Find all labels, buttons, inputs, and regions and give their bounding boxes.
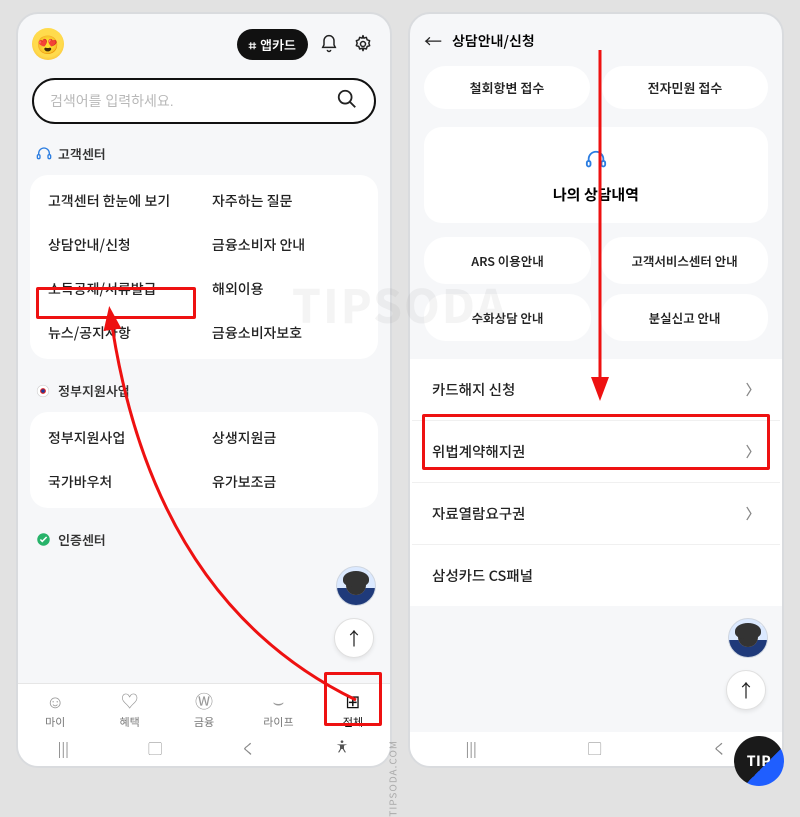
search-icon[interactable] (336, 88, 358, 115)
scroll-top-button[interactable]: ↑ (334, 618, 374, 658)
bell-icon[interactable] (316, 31, 342, 57)
check-badge-icon (36, 532, 52, 548)
nav-finance[interactable]: Ⓦ 금융 (167, 690, 241, 730)
back-arrow-icon[interactable]: ← (424, 28, 442, 54)
menu-item[interactable]: 상생지원금 (208, 426, 364, 450)
close-icon[interactable]: × (759, 618, 768, 627)
gov-support-card: 정부지원사업 상생지원금 국가바우처 유가보조금 (30, 412, 378, 508)
assistant-avatar[interactable]: × (728, 618, 768, 658)
headset-icon (36, 146, 52, 162)
nav-all[interactable]: ⊞ 전체 (316, 690, 390, 730)
system-nav: ||| ▢ く (18, 732, 390, 766)
chevron-right-icon: 〉 (746, 503, 761, 524)
menu-item[interactable]: 금융소비자 안내 (208, 233, 364, 257)
accessibility-icon[interactable] (334, 739, 350, 760)
nav-label: 마이 (45, 714, 65, 730)
row-illegal-contract[interactable]: 위법계약해지권 〉 (412, 421, 780, 483)
nav-label: 혜택 (119, 714, 139, 730)
row-data-request[interactable]: 자료열람요구권 〉 (412, 483, 780, 545)
customer-center-card: 고객센터 한눈에 보기 자주하는 질문 상담안내/신청 금융소비자 안내 소득공… (30, 175, 378, 359)
bottom-nav: ☺ 마이 ♡ 혜택 Ⓦ 금융 ⌣ 라이프 ⊞ 전체 (18, 683, 390, 732)
home-button[interactable]: ▢ (148, 739, 162, 759)
menu-item-consult[interactable]: 상담안내/신청 (44, 233, 200, 257)
chip-service-center[interactable]: 고객서비스센터 안내 (601, 237, 768, 284)
chip-sign-consult[interactable]: 수화상담 안내 (424, 294, 591, 341)
back-button[interactable]: く (241, 739, 255, 759)
back-button[interactable]: く (713, 739, 727, 759)
profile-emoji[interactable]: 😍 (32, 28, 64, 60)
section-customer-center: 고객센터 (18, 136, 390, 169)
close-icon[interactable]: × (367, 566, 376, 575)
nav-label: 라이프 (263, 714, 293, 730)
side-credit: TIPSODA.COM (385, 740, 400, 817)
my-consult-card[interactable]: 나의 상담내역 (424, 127, 768, 223)
chevron-right-icon: 〉 (746, 441, 761, 462)
heart-icon: ♡ (121, 690, 139, 712)
cup-icon: ⌣ (272, 690, 284, 712)
search-input[interactable] (50, 93, 336, 109)
menu-item[interactable]: 정부지원사업 (44, 426, 200, 450)
recent-apps-button[interactable]: ||| (58, 739, 69, 759)
scan-icon: ⌗ (249, 35, 256, 54)
won-icon: Ⓦ (195, 690, 213, 712)
section-title-text: 정부지원사업 (58, 381, 130, 400)
row-label: 자료열람요구권 (432, 503, 525, 524)
row-card-cancel[interactable]: 카드해지 신청 〉 (412, 359, 780, 421)
tip-badge: TIP (734, 736, 784, 786)
menu-item[interactable]: 뉴스/공지사항 (44, 321, 200, 345)
row-label: 위법계약해지권 (432, 441, 525, 462)
scroll-top-button[interactable]: ↑ (726, 670, 766, 710)
nav-life[interactable]: ⌣ 라이프 (241, 690, 315, 730)
face-icon: ☺ (46, 690, 64, 712)
grid-icon: ⊞ (345, 690, 360, 712)
chip-withdraw[interactable]: 철회항변 접수 (424, 66, 590, 109)
nav-label: 금융 (194, 714, 214, 730)
app-card-button[interactable]: ⌗ 앱카드 (237, 29, 308, 60)
left-phone: 😍 ⌗ 앱카드 고객센터 고객센터 (16, 12, 392, 768)
recent-apps-button[interactable]: ||| (465, 739, 476, 759)
menu-item[interactable]: 금융소비자보호 (208, 321, 364, 345)
gear-icon[interactable] (350, 31, 376, 57)
menu-item[interactable]: 유가보조금 (208, 470, 364, 494)
right-header: ← 상담안내/신청 (410, 14, 782, 60)
section-auth-center: 인증센터 (18, 522, 390, 555)
chip-ars[interactable]: ARS 이용안내 (424, 237, 591, 284)
flag-icon (36, 383, 52, 399)
chip-lost-report[interactable]: 분실신고 안내 (601, 294, 768, 341)
my-consult-title: 나의 상담내역 (434, 184, 758, 205)
headset-icon (585, 152, 607, 176)
row-label: 삼성카드 CS패널 (432, 565, 533, 586)
search-box[interactable] (32, 78, 376, 124)
app-card-label: 앱카드 (260, 35, 296, 54)
row-label: 카드해지 신청 (432, 379, 515, 400)
nav-benefit[interactable]: ♡ 혜택 (92, 690, 166, 730)
nav-label: 전체 (343, 714, 363, 730)
section-gov-support: 정부지원사업 (18, 373, 390, 406)
system-nav: ||| ▢ く (410, 732, 782, 766)
menu-item[interactable]: 해외이용 (208, 277, 364, 301)
nav-my[interactable]: ☺ 마이 (18, 690, 92, 730)
section-title-text: 고객센터 (58, 144, 106, 163)
chip-complaint[interactable]: 전자민원 접수 (602, 66, 768, 109)
chevron-right-icon: 〉 (746, 379, 761, 400)
menu-item[interactable]: 소득공제/서류발급 (44, 277, 200, 301)
home-button[interactable]: ▢ (588, 739, 602, 759)
action-list: 카드해지 신청 〉 위법계약해지권 〉 자료열람요구권 〉 삼성카드 CS패널 (410, 359, 782, 606)
menu-item[interactable]: 국가바우처 (44, 470, 200, 494)
left-header: 😍 ⌗ 앱카드 (18, 14, 390, 66)
assistant-avatar[interactable]: × (336, 566, 376, 606)
section-title-text: 인증센터 (58, 530, 106, 549)
right-phone: ← 상담안내/신청 철회항변 접수 전자민원 접수 나의 상담내역 ARS 이용… (408, 12, 784, 768)
row-cs-panel[interactable]: 삼성카드 CS패널 (412, 545, 780, 606)
menu-item[interactable]: 고객센터 한눈에 보기 (44, 189, 200, 213)
menu-item[interactable]: 자주하는 질문 (208, 189, 364, 213)
page-title: 상담안내/신청 (452, 31, 535, 51)
